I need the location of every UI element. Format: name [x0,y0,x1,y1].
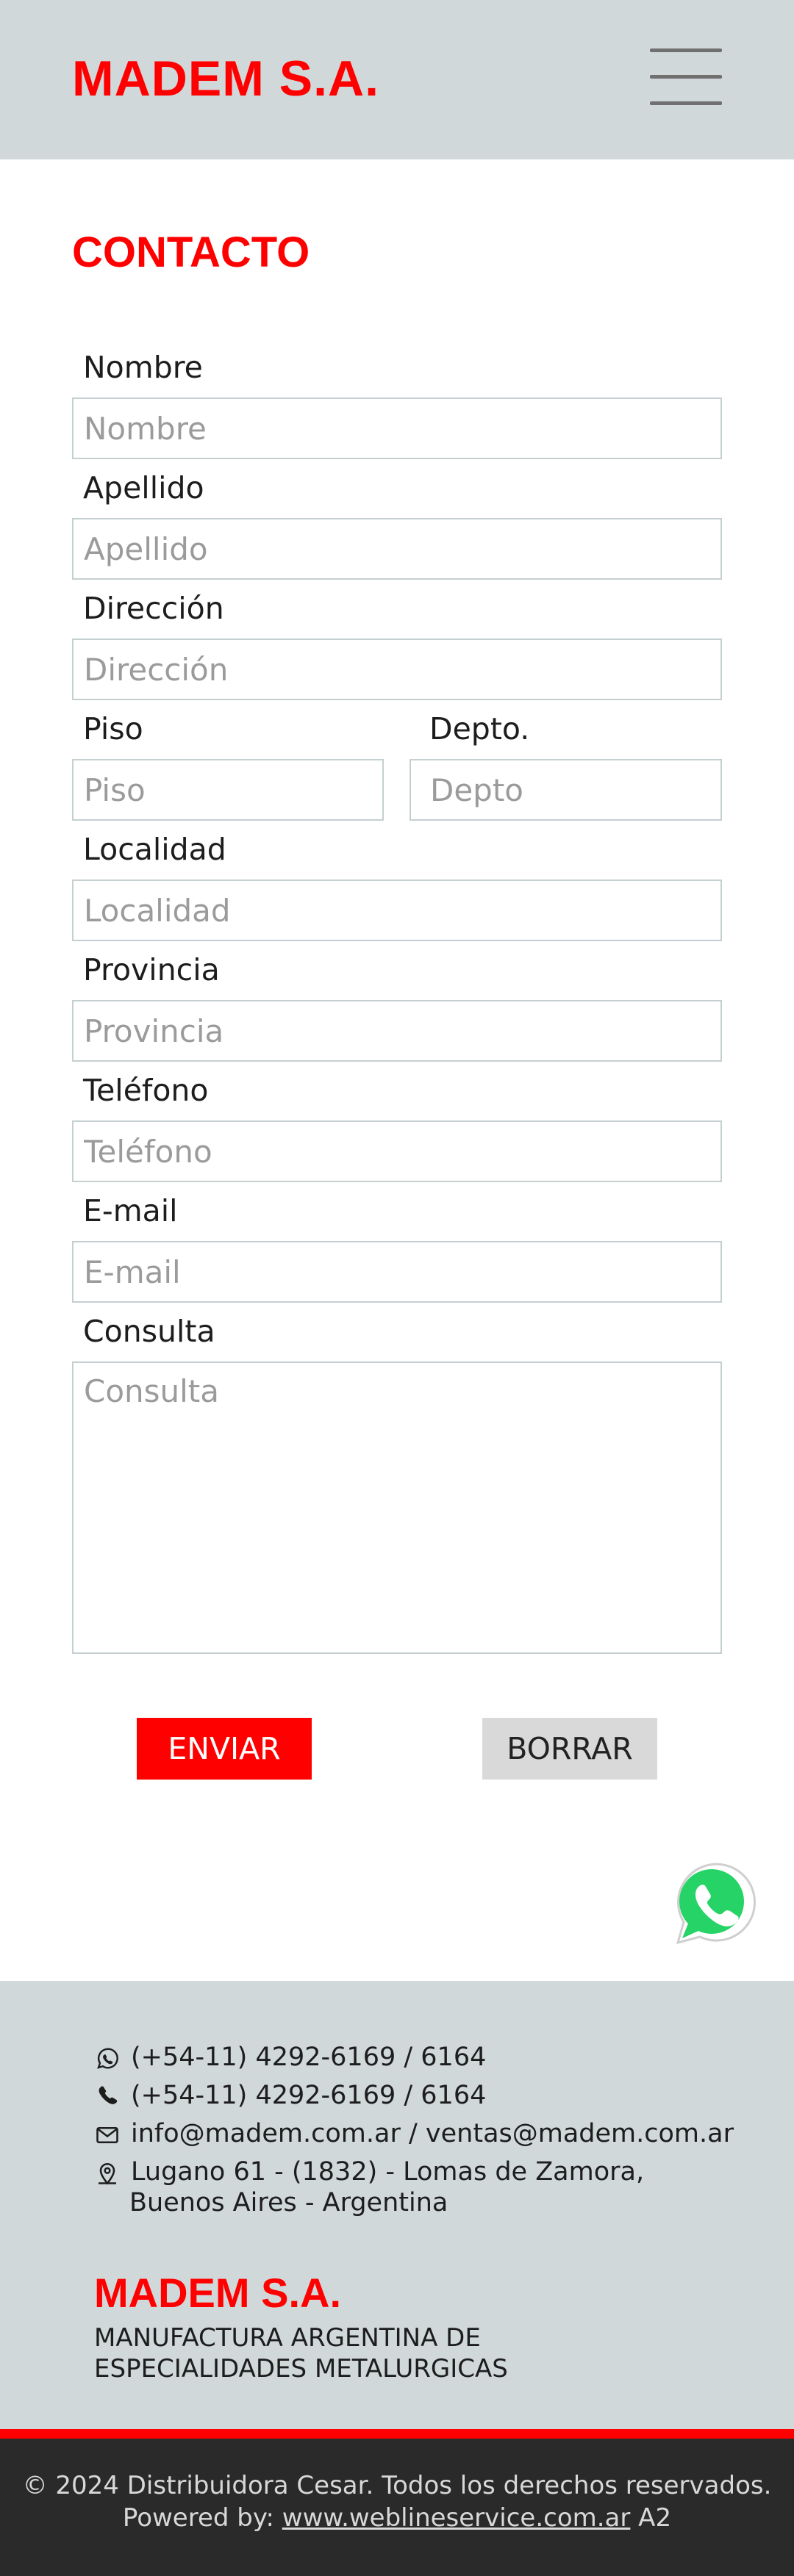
mail-icon [96,2126,118,2144]
send-button[interactable]: ENVIAR [137,1718,312,1780]
footer-phone-number: (+54-11) 4292-6169 / 6164 [131,2081,487,2110]
powered-by-link[interactable]: www.weblineservice.com.ar [282,2503,631,2533]
footer-red-divider [0,2429,794,2439]
telefono-label: Teléfono [83,1073,209,1108]
provincia-label: Provincia [83,952,220,987]
menu-line [650,48,722,52]
piso-label: Piso [83,711,143,746]
whatsapp-small-icon [97,2048,118,2069]
copyright-text: © 2024 Distribuidora Cesar. Todos los de… [22,2471,772,2500]
email-label: E-mail [83,1193,178,1228]
powered-by-suffix: A2 [630,2503,672,2533]
provincia-field[interactable] [72,1000,722,1062]
location-pin-icon [99,2162,116,2185]
depto-field[interactable] [409,759,722,821]
footer-address-line1: Lugano 61 - (1832) - Lomas de Zamora, [131,2157,645,2187]
footer-logo: MADEM S.A. [94,2270,341,2316]
bottom-bar: © 2024 Distribuidora Cesar. Todos los de… [0,2439,794,2576]
site-footer: (+54-11) 4292-6169 / 6164 (+54-11) 4292-… [0,1981,794,2429]
powered-by-line: Powered by: www.weblineservice.com.ar A2 [0,2503,794,2533]
piso-field[interactable] [72,759,384,821]
hamburger-menu-icon[interactable] [650,48,722,106]
consulta-textarea[interactable] [72,1361,722,1654]
nombre-label: Nombre [83,350,203,385]
footer-phone-row[interactable]: (+54-11) 4292-6169 / 6164 [94,2081,486,2110]
localidad-field[interactable] [72,879,722,941]
phone-icon [99,2086,118,2104]
page-title: CONTACTO [72,229,310,276]
consulta-label: Consulta [83,1314,215,1349]
footer-address-line2: Buenos Aires - Argentina [129,2188,448,2217]
site-header: MADEM S.A. [0,0,794,159]
footer-email-row[interactable]: info@madem.com.ar / ventas@madem.com.ar [94,2119,734,2148]
direccion-label: Dirección [83,591,224,626]
footer-whatsapp-row[interactable]: (+54-11) 4292-6169 / 6164 [94,2043,486,2072]
email-field[interactable] [72,1241,722,1303]
localidad-label: Localidad [83,832,226,867]
footer-email: info@madem.com.ar / ventas@madem.com.ar [131,2119,734,2148]
apellido-label: Apellido [83,470,204,506]
footer-whatsapp-number: (+54-11) 4292-6169 / 6164 [131,2043,487,2072]
apellido-field[interactable] [72,518,722,580]
depto-label: Depto. [429,711,530,746]
menu-line [650,101,722,105]
site-logo[interactable]: MADEM S.A. [72,50,379,107]
clear-button[interactable]: BORRAR [482,1718,657,1780]
footer-tagline-line1: MANUFACTURA ARGENTINA DE [94,2323,481,2353]
powered-by-prefix: Powered by: [122,2503,282,2533]
nombre-field[interactable] [72,397,722,459]
footer-address-row: Lugano 61 - (1832) - Lomas de Zamora, [94,2157,644,2187]
menu-line [650,75,722,79]
footer-tagline-line2: ESPECIALIDADES METALURGICAS [94,2354,508,2383]
direccion-field[interactable] [72,638,722,700]
telefono-field[interactable] [72,1120,722,1182]
whatsapp-icon[interactable] [660,1854,759,1953]
